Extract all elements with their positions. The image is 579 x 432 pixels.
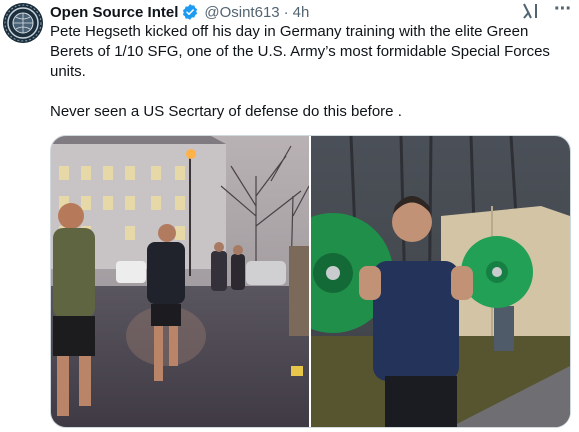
timestamp[interactable]: 4h (293, 4, 310, 21)
globe-seal-icon (3, 3, 43, 43)
more-options-icon[interactable]: ··· (554, 0, 572, 21)
tweet-paragraph: Never seen a US Secrtary of defense do t… (50, 103, 402, 120)
avatar[interactable] (3, 3, 43, 43)
separator-dot: · (283, 3, 289, 21)
grok-icon[interactable] (521, 2, 539, 20)
author-name[interactable]: Open Source Intel (50, 4, 178, 21)
verified-badge-icon[interactable] (181, 3, 199, 21)
media-grid (50, 135, 571, 428)
group-run-photo[interactable] (51, 136, 309, 427)
barbell-press-photo[interactable] (311, 136, 570, 427)
tweet-header: Open Source Intel @Osint613 · 4h ··· (50, 0, 572, 22)
tweet-text: Pete Hegseth kicked off his day in Germa… (50, 22, 570, 122)
tweet-paragraph: Pete Hegseth kicked off his day in Germa… (50, 23, 550, 80)
author-handle[interactable]: @Osint613 (204, 4, 279, 21)
